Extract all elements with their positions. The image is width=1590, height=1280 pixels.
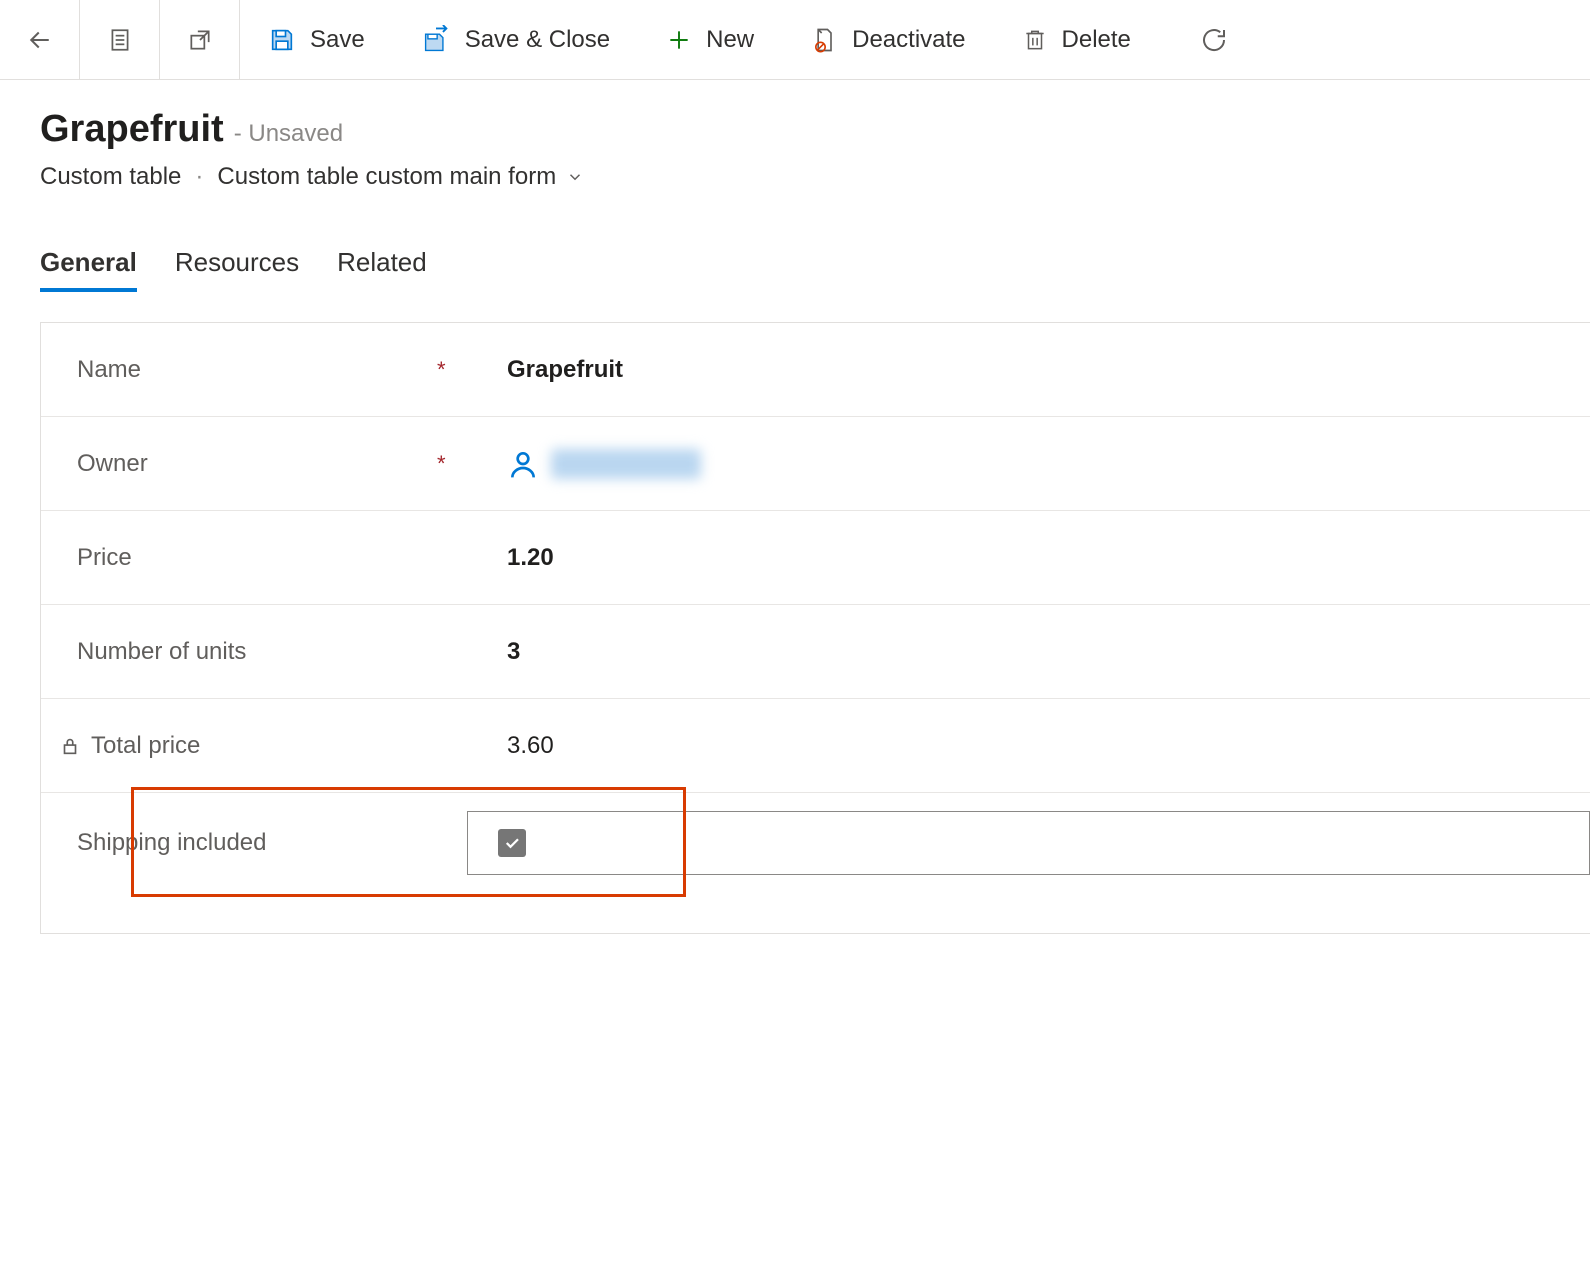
delete-label: Delete	[1062, 26, 1131, 54]
field-label: Number of units	[77, 638, 246, 666]
open-external-icon	[187, 27, 213, 53]
price-value[interactable]: 1.20	[467, 544, 554, 572]
field-row-total-price: Total price 3.60	[41, 699, 1590, 793]
shipping-checkbox[interactable]	[498, 829, 526, 857]
field-row-units: Number of units 3	[41, 605, 1590, 699]
save-icon	[268, 26, 296, 54]
new-label: New	[706, 26, 754, 54]
trash-icon	[1022, 27, 1048, 53]
open-new-window-button[interactable]	[160, 0, 240, 80]
units-value[interactable]: 3	[467, 638, 520, 666]
record-header: Grapefruit - Unsaved Custom table · Cust…	[0, 80, 1590, 211]
deactivate-icon	[810, 26, 838, 54]
required-indicator: *	[437, 357, 467, 383]
field-label: Name	[77, 356, 141, 384]
back-button[interactable]	[0, 0, 80, 80]
refresh-icon	[1199, 25, 1229, 55]
save-close-icon	[421, 25, 451, 55]
list-icon	[107, 27, 133, 53]
refresh-button[interactable]	[1179, 25, 1249, 55]
name-value[interactable]: Grapefruit	[467, 356, 623, 384]
required-indicator: *	[437, 451, 467, 477]
person-icon	[507, 448, 539, 480]
field-label: Shipping included	[77, 829, 266, 857]
form-tabs: General Resources Related	[0, 211, 1590, 292]
list-view-button[interactable]	[80, 0, 160, 80]
tab-resources[interactable]: Resources	[175, 247, 299, 292]
owner-name-redacted	[551, 449, 701, 479]
field-row-price: Price 1.20	[41, 511, 1590, 605]
deactivate-label: Deactivate	[852, 26, 965, 54]
field-row-shipping: Shipping included	[41, 793, 1590, 893]
save-button[interactable]: Save	[240, 0, 393, 80]
save-label: Save	[310, 26, 365, 54]
field-row-owner: Owner *	[41, 417, 1590, 511]
shipping-checkbox-field[interactable]	[467, 811, 1590, 875]
save-close-button[interactable]: Save & Close	[393, 0, 638, 80]
checkmark-icon	[503, 834, 521, 852]
save-close-label: Save & Close	[465, 26, 610, 54]
separator: ·	[195, 163, 203, 191]
field-label: Owner	[77, 450, 148, 478]
form-selector[interactable]: Custom table custom main form	[217, 163, 584, 191]
entity-name: Custom table	[40, 163, 181, 191]
chevron-down-icon	[566, 168, 584, 186]
form-name: Custom table custom main form	[217, 163, 556, 191]
delete-button[interactable]: Delete	[994, 0, 1159, 80]
total-price-value: 3.60	[467, 732, 554, 760]
page-title: Grapefruit	[40, 108, 224, 151]
field-row-name: Name * Grapefruit	[41, 323, 1590, 417]
owner-value[interactable]	[467, 448, 701, 480]
field-label: Price	[77, 544, 132, 572]
plus-icon	[666, 27, 692, 53]
tab-related[interactable]: Related	[337, 247, 427, 292]
deactivate-button[interactable]: Deactivate	[782, 0, 993, 80]
new-button[interactable]: New	[638, 0, 782, 80]
field-label: Total price	[91, 732, 200, 760]
toolbar: Save Save & Close New Deactivate Delete	[0, 0, 1590, 80]
save-status: - Unsaved	[234, 120, 343, 148]
tab-general[interactable]: General	[40, 247, 137, 292]
lock-icon	[59, 735, 81, 757]
back-arrow-icon	[25, 25, 55, 55]
form-panel: Name * Grapefruit Owner * Price 1.20 Num…	[40, 322, 1590, 934]
